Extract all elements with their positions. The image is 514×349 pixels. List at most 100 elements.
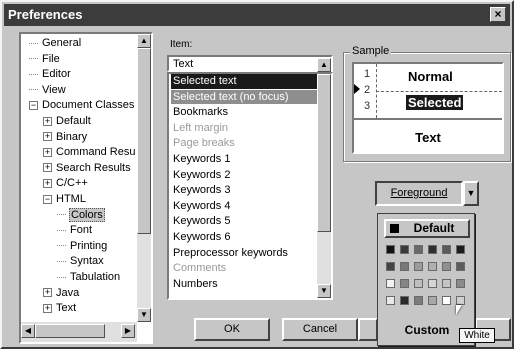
tree-vertical-scrollbar[interactable]: ▲ ▼	[137, 34, 151, 322]
default-color-swatch-icon	[390, 224, 399, 233]
collapse-icon[interactable]: −	[43, 194, 52, 204]
item-list-entry[interactable]: Keywords 1	[171, 152, 317, 167]
color-swatch[interactable]	[456, 296, 465, 305]
color-swatch[interactable]	[456, 279, 465, 288]
custom-color-button[interactable]: Custom	[384, 318, 470, 342]
color-swatch[interactable]	[386, 296, 395, 305]
tree-scroll-down-button[interactable]: ▼	[137, 308, 151, 322]
tree-item-label: Syntax	[70, 255, 104, 268]
color-swatch[interactable]	[400, 245, 409, 254]
tree-item[interactable]: + Command Resu	[43, 145, 136, 160]
color-swatch[interactable]	[442, 279, 451, 288]
tree-item[interactable]: View	[29, 83, 67, 98]
tree-item[interactable]: − Document Classes	[29, 98, 135, 113]
tree-item[interactable]: Printing	[57, 239, 108, 254]
color-swatch[interactable]	[442, 245, 451, 254]
tree-item-label: Tabulation	[70, 271, 121, 283]
expand-icon[interactable]: +	[43, 147, 52, 157]
tree-item[interactable]: + Java	[43, 286, 80, 301]
color-swatch[interactable]	[386, 262, 395, 271]
item-scroll-down-button[interactable]: ▼	[317, 284, 331, 298]
sample-preview: 1 2 3 Normal Selected Text	[352, 62, 504, 154]
tree-connector	[29, 73, 38, 75]
color-swatch[interactable]	[442, 296, 451, 305]
expand-icon[interactable]: +	[43, 178, 52, 188]
cancel-button[interactable]: Cancel	[282, 318, 358, 341]
item-list-entry[interactable]: Bookmarks	[171, 105, 317, 120]
expand-icon[interactable]: +	[43, 288, 52, 298]
ok-button[interactable]: OK	[194, 318, 270, 341]
tree-item-label: Binary	[56, 130, 88, 143]
color-swatch[interactable]	[428, 262, 437, 271]
item-list-entry[interactable]: Keywords 2	[171, 168, 317, 183]
item-list-entry[interactable]: Keywords 4	[171, 199, 317, 214]
apply-button-partial[interactable]	[358, 318, 378, 341]
tree-scroll-right-button[interactable]: ▶	[121, 324, 135, 338]
item-list-entry[interactable]: Selected text	[171, 74, 317, 89]
item-list-entry[interactable]: Page breaks	[171, 136, 317, 151]
tree-item[interactable]: Colors	[57, 207, 105, 223]
tree-item-label: Editor	[42, 68, 71, 81]
close-button[interactable]: ×	[490, 7, 506, 22]
tree-horizontal-scrollbar[interactable]: ◀ ▶	[21, 322, 137, 342]
tree-item[interactable]: General	[29, 36, 82, 51]
color-swatch[interactable]	[386, 279, 395, 288]
item-input-value: Text	[173, 58, 194, 70]
item-list-entry[interactable]: Numbers	[171, 277, 317, 292]
item-input[interactable]: Text	[167, 55, 333, 72]
expand-icon[interactable]: +	[43, 116, 52, 126]
tree-scroll-thumb[interactable]	[137, 48, 151, 234]
tree-item[interactable]: + Binary	[43, 130, 88, 145]
item-list-entry[interactable]: Preprocessor keywords	[171, 246, 317, 261]
category-tree[interactable]: General File Editor View − Document Classes + D…	[19, 32, 153, 344]
collapse-icon[interactable]: −	[29, 100, 38, 110]
color-swatch[interactable]	[414, 262, 423, 271]
foreground-dropdown-arrow[interactable]: ▼	[463, 181, 479, 206]
tree-item[interactable]: Syntax	[57, 254, 105, 269]
tree-item[interactable]: Font	[57, 223, 93, 238]
default-color-button[interactable]: Default	[384, 219, 470, 238]
foreground-button[interactable]: Foreground	[375, 181, 463, 206]
item-list-entry[interactable]: Selected text (no focus)	[171, 89, 317, 105]
item-list-entry[interactable]: Keywords 6	[171, 230, 317, 245]
color-swatch[interactable]	[400, 279, 409, 288]
tree-item[interactable]: + Default	[43, 114, 92, 129]
tree-scroll-up-button[interactable]: ▲	[137, 34, 151, 48]
color-swatch[interactable]	[414, 296, 423, 305]
item-scroll-up-button[interactable]: ▲	[317, 58, 331, 72]
expand-icon[interactable]: +	[43, 132, 52, 142]
color-swatch[interactable]	[414, 245, 423, 254]
tree-scroll-left-button[interactable]: ◀	[21, 324, 35, 338]
tree-item[interactable]: + Text	[43, 301, 77, 316]
sample-selected-text: Selected	[406, 95, 464, 110]
title-bar: Preferences ×	[4, 4, 510, 26]
color-swatch[interactable]	[428, 279, 437, 288]
tree-item[interactable]: Editor	[29, 67, 72, 82]
tree-item-label: Font	[70, 224, 93, 237]
color-swatch[interactable]	[442, 262, 451, 271]
tree-item[interactable]: Tabulation	[57, 270, 121, 285]
tree-item[interactable]: + Search Results	[43, 161, 132, 176]
color-swatch[interactable]	[400, 262, 409, 271]
color-swatch[interactable]	[400, 296, 409, 305]
tree-hscroll-thumb[interactable]	[35, 324, 105, 338]
color-swatch[interactable]	[428, 296, 437, 305]
item-list-entry[interactable]: Keywords 5	[171, 214, 317, 229]
tree-item[interactable]: + C/C++	[43, 176, 89, 191]
color-swatch[interactable]	[456, 245, 465, 254]
expand-icon[interactable]: +	[43, 303, 52, 313]
item-list-entry[interactable]: Comments	[171, 261, 317, 276]
item-scroll-thumb[interactable]	[317, 74, 331, 232]
item-list-entry[interactable]: Left margin	[171, 121, 317, 136]
color-swatch[interactable]	[456, 262, 465, 271]
item-list-scrollbar[interactable]: ▲ ▼	[317, 58, 331, 298]
tree-item[interactable]: File	[29, 52, 61, 67]
color-swatch[interactable]	[414, 279, 423, 288]
color-swatch[interactable]	[428, 245, 437, 254]
item-list-entry[interactable]: Keywords 3	[171, 183, 317, 198]
color-swatch[interactable]	[386, 245, 395, 254]
item-list[interactable]: Selected text Selected text (no focus) Boo…	[167, 58, 333, 300]
color-tooltip: White	[459, 328, 495, 343]
tree-item[interactable]: − HTML	[43, 192, 87, 207]
expand-icon[interactable]: +	[43, 163, 52, 173]
